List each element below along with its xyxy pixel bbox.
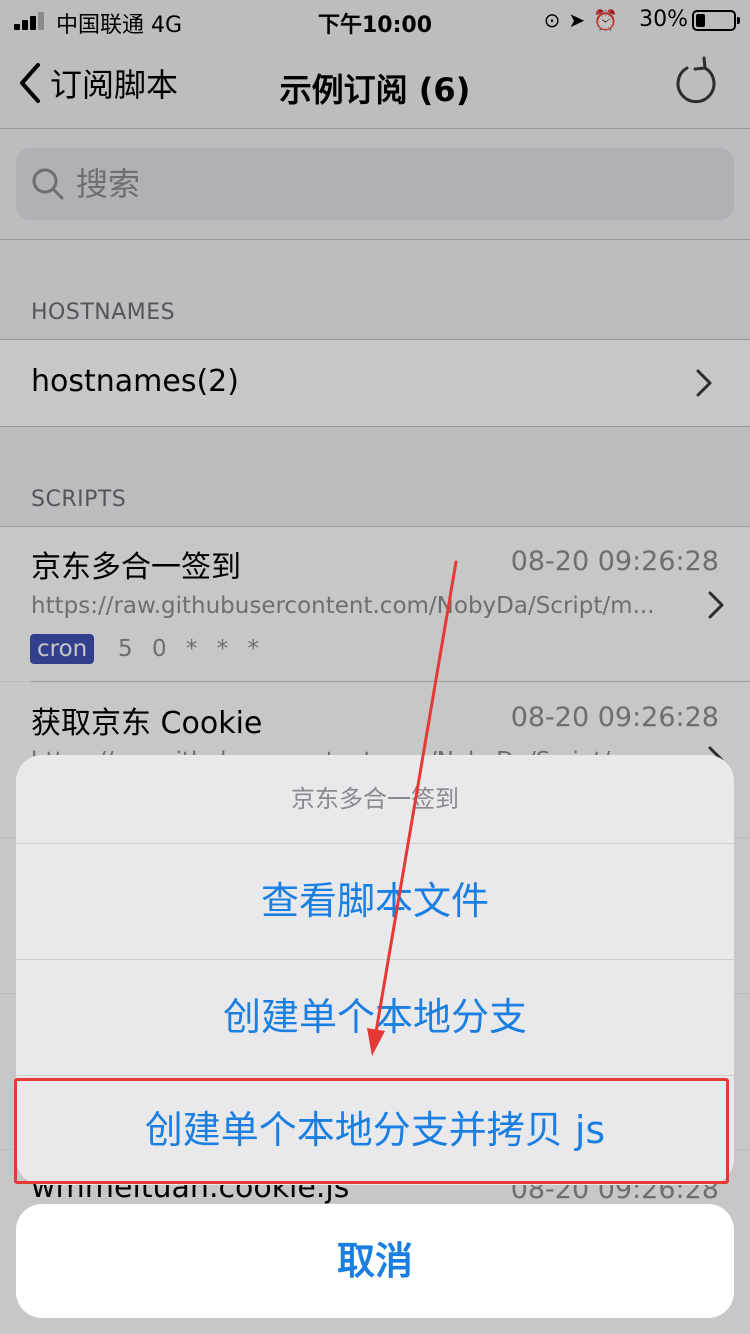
cancel-button[interactable]: 取消: [16, 1204, 734, 1318]
highlight-box: [14, 1078, 729, 1184]
view-script-file-button[interactable]: 查看脚本文件: [16, 844, 734, 959]
create-local-branch-button[interactable]: 创建单个本地分支: [16, 960, 734, 1075]
action-sheet-title: 京东多合一签到: [291, 785, 459, 813]
